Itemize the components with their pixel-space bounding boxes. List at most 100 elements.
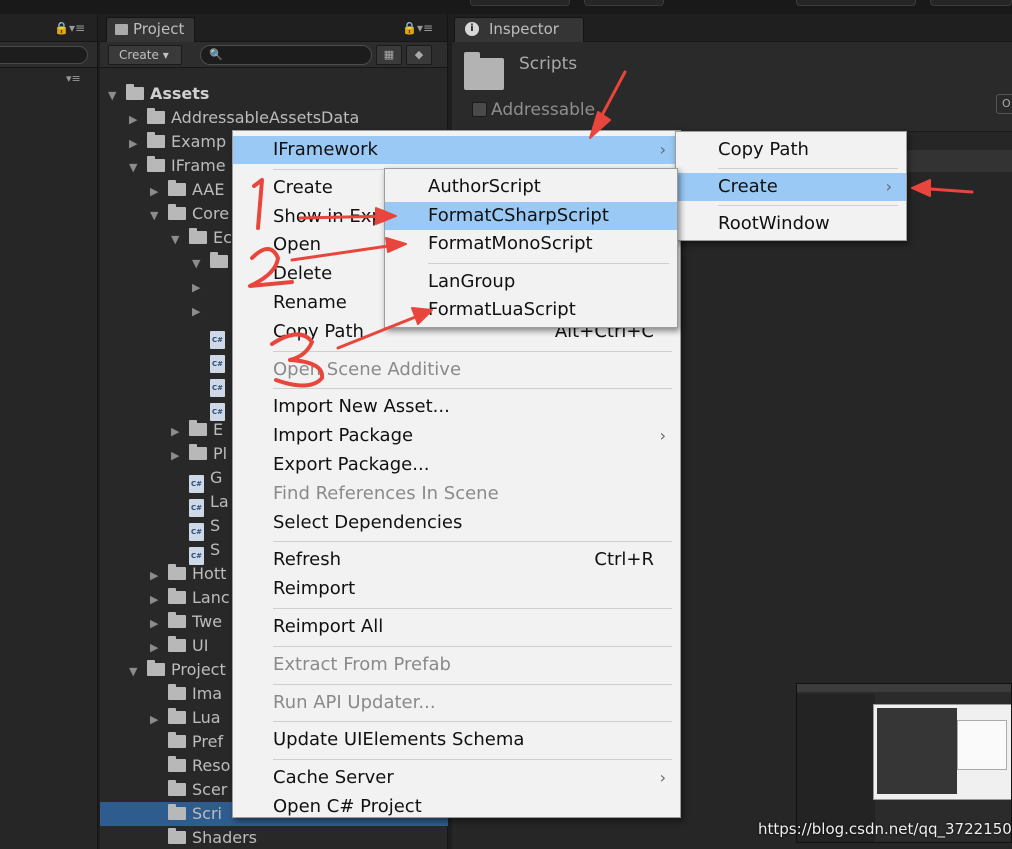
tree-row[interactable]: Reso bbox=[150, 754, 230, 778]
filter-label-button[interactable]: ◆ bbox=[406, 45, 432, 65]
toolbar-button[interactable] bbox=[796, 0, 916, 6]
tree-row[interactable]: C# G bbox=[171, 466, 222, 493]
tree-row[interactable]: ▼ Ec bbox=[171, 226, 232, 250]
folder-icon bbox=[168, 612, 186, 628]
expanded-arrow-icon[interactable]: ▼ bbox=[129, 156, 147, 180]
tree-row[interactable]: ▶ UI bbox=[150, 634, 208, 658]
collapsed-arrow-icon[interactable]: ▶ bbox=[150, 564, 168, 588]
tree-row[interactable]: ▶ Hott bbox=[150, 562, 226, 586]
folder-icon bbox=[168, 636, 186, 652]
tab-project-label: Project bbox=[133, 20, 185, 38]
filter-type-button[interactable]: ▦ bbox=[376, 45, 402, 65]
menu-item-label: LanGroup bbox=[428, 270, 516, 292]
menu-item-label: Reimport bbox=[273, 578, 356, 600]
tree-row[interactable]: ▶ Lanc bbox=[150, 586, 230, 610]
collapsed-arrow-icon[interactable]: ▶ bbox=[129, 132, 147, 156]
menu-item[interactable]: Update UIElements Schema bbox=[233, 726, 680, 754]
tree-row[interactable]: ▼ IFrame bbox=[129, 154, 226, 178]
collapsed-arrow-icon[interactable]: ▶ bbox=[129, 108, 147, 132]
menu-item[interactable]: Import New Asset... bbox=[233, 393, 680, 421]
menu-separator bbox=[718, 168, 898, 169]
tree-row[interactable]: C# bbox=[192, 346, 231, 373]
tree-row[interactable]: ▶ bbox=[192, 274, 210, 298]
tree-row[interactable]: ▼ Project bbox=[129, 658, 226, 682]
tree-row[interactable]: ▶ Lua bbox=[150, 706, 221, 730]
tree-row[interactable]: Shaders bbox=[150, 826, 257, 849]
toolbar-button[interactable] bbox=[584, 0, 664, 6]
lock-menu-icon[interactable]: 🔒▾≡ bbox=[54, 21, 85, 35]
menu-item[interactable]: LanGroup bbox=[385, 268, 677, 296]
expanded-arrow-icon[interactable]: ▼ bbox=[108, 84, 126, 108]
tree-row[interactable]: Scer bbox=[150, 778, 227, 802]
collapsed-arrow-icon[interactable]: ▶ bbox=[171, 444, 189, 468]
collapsed-arrow-icon[interactable]: ▶ bbox=[150, 708, 168, 732]
folder-icon bbox=[126, 84, 144, 100]
menu-item-label: Run API Updater... bbox=[273, 691, 436, 713]
tree-row[interactable]: C# bbox=[192, 370, 231, 397]
tree-row[interactable]: ▶ E bbox=[171, 418, 223, 442]
expanded-arrow-icon[interactable]: ▼ bbox=[171, 228, 189, 252]
tree-row[interactable]: C# bbox=[192, 322, 231, 349]
tab-inspector[interactable]: i Inspector bbox=[454, 17, 584, 42]
collapsed-arrow-icon[interactable]: ▶ bbox=[192, 276, 210, 300]
menu-item[interactable]: Cache Server › bbox=[233, 764, 680, 792]
menu-item-label: FormatCSharpScript bbox=[428, 204, 609, 226]
expanded-arrow-icon[interactable]: ▼ bbox=[192, 252, 210, 276]
menu-item[interactable]: FormatMonoScript bbox=[385, 230, 677, 258]
toolbar-button[interactable] bbox=[930, 0, 1012, 6]
collapsed-arrow-icon[interactable]: ▶ bbox=[150, 636, 168, 660]
menu-item[interactable]: Export Package... bbox=[233, 451, 680, 479]
tree-row[interactable]: C# S bbox=[171, 514, 220, 541]
project-lock-menu-icon[interactable]: 🔒▾≡ bbox=[402, 21, 433, 35]
menu-item[interactable]: Reimport bbox=[233, 575, 680, 603]
open-button[interactable]: O bbox=[996, 94, 1012, 114]
tree-row-label: UI bbox=[192, 636, 209, 655]
project-search-input[interactable]: 🔍 bbox=[200, 45, 372, 65]
collapsed-arrow-icon[interactable]: ▶ bbox=[192, 300, 210, 324]
menu-item[interactable]: IFramework › bbox=[233, 136, 680, 164]
tree-row[interactable]: ▶ Twe bbox=[150, 610, 222, 634]
checkbox-icon[interactable] bbox=[472, 102, 487, 117]
tree-row[interactable]: ▶ AddressableAssetsData bbox=[129, 106, 359, 130]
tree-row[interactable]: ▶ bbox=[192, 298, 210, 322]
toolbar-button[interactable] bbox=[470, 0, 570, 6]
menu-item[interactable]: Select Dependencies bbox=[233, 509, 680, 537]
tree-row[interactable]: ▶ Pl bbox=[171, 442, 227, 466]
collapsed-arrow-icon[interactable]: ▶ bbox=[150, 180, 168, 204]
expanded-arrow-icon[interactable]: ▼ bbox=[150, 204, 168, 228]
tree-row[interactable]: Pref bbox=[150, 730, 223, 754]
menu-item[interactable]: RootWindow bbox=[676, 210, 906, 238]
tree-row[interactable]: C# bbox=[192, 394, 231, 421]
addressable-toggle[interactable]: Addressable bbox=[472, 100, 595, 120]
create-dropdown-button[interactable]: Create ▾ bbox=[108, 45, 182, 65]
hierarchy-tab-row: 🔒▾≡ bbox=[0, 14, 97, 42]
tab-project[interactable]: Project bbox=[106, 17, 196, 42]
folder-icon bbox=[168, 708, 186, 724]
collapsed-arrow-icon[interactable]: ▶ bbox=[171, 420, 189, 444]
tree-row[interactable]: ▶ AAE bbox=[150, 178, 224, 202]
collapsed-arrow-icon[interactable]: ▶ bbox=[150, 612, 168, 636]
menu-item[interactable]: Open C# Project bbox=[233, 793, 680, 821]
tree-row[interactable]: C# S bbox=[171, 538, 220, 565]
menu-item[interactable]: Create › bbox=[676, 173, 906, 201]
menu-item[interactable]: AuthorScript bbox=[385, 173, 677, 201]
tree-row[interactable]: ▼ Assets bbox=[108, 82, 209, 106]
hierarchy-menu-icon[interactable]: ▾≡ bbox=[66, 72, 81, 85]
expanded-arrow-icon[interactable]: ▼ bbox=[129, 660, 147, 684]
menu-item[interactable]: Reimport All bbox=[233, 613, 680, 641]
tree-row[interactable]: Ima bbox=[150, 682, 222, 706]
tree-row[interactable]: C# La bbox=[171, 490, 229, 517]
tree-row[interactable]: ▶ Examp bbox=[129, 130, 226, 154]
menu-item[interactable]: Copy Path bbox=[676, 136, 906, 164]
collapsed-arrow-icon[interactable]: ▶ bbox=[150, 588, 168, 612]
menu-item[interactable]: Refresh Ctrl+R bbox=[233, 546, 680, 574]
tree-row[interactable]: ▼ Core bbox=[150, 202, 229, 226]
tree-row[interactable]: ▼ bbox=[192, 250, 234, 274]
tree-row-label: Shaders bbox=[192, 828, 258, 847]
menu-item[interactable]: Import Package › bbox=[233, 422, 680, 450]
project-tab-row: Project 🔒▾≡ bbox=[100, 14, 447, 42]
hierarchy-search-input[interactable] bbox=[0, 46, 88, 64]
menu-item[interactable]: FormatLuaScript bbox=[385, 296, 677, 324]
folder-icon bbox=[147, 108, 165, 124]
menu-item[interactable]: FormatCSharpScript bbox=[385, 201, 677, 230]
